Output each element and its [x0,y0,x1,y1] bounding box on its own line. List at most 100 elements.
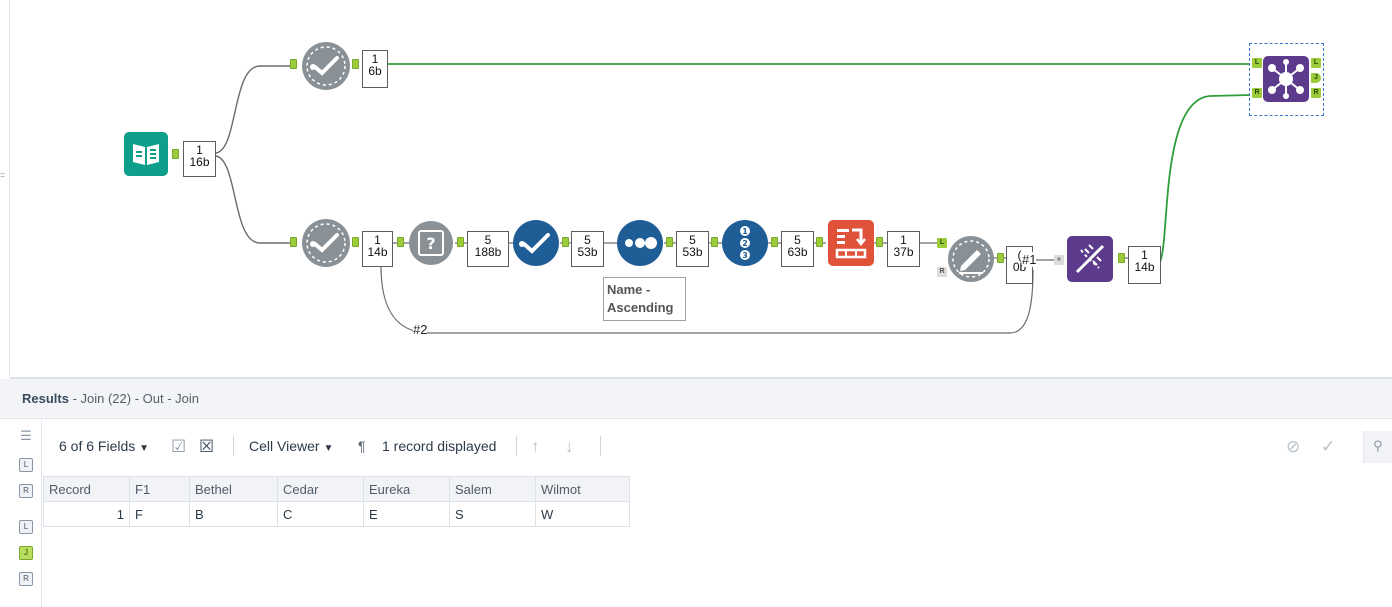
side-left-input-icon[interactable]: L [19,458,33,472]
dynamic-input-anchor[interactable]: » [1054,255,1064,265]
list-icon[interactable]: ☰ [19,429,33,444]
toolbar-separator [516,436,517,456]
input-output-anchor[interactable] [172,149,179,159]
column-header[interactable]: Wilmot [535,476,630,502]
records-displayed: 1 record displayed [382,438,497,454]
question-box-icon[interactable]: ? [408,220,453,265]
transpose-input-anchor[interactable] [816,237,823,247]
transpose-output-anchor[interactable] [876,237,883,247]
transpose-record-count: 1 37b [887,231,920,267]
select-check-gear-icon[interactable] [301,218,350,267]
table-cell[interactable]: W [535,501,630,527]
fields-selector[interactable]: 6 of 6 Fields ▼ [59,438,149,454]
join-left-anchor[interactable]: L [1252,58,1262,68]
pencil-gear-icon[interactable] [947,235,994,282]
toolbar-separator [600,436,601,456]
column-header[interactable]: Eureka [363,476,450,502]
table-cell[interactable]: 1 [43,501,130,527]
select-bottom-output-anchor[interactable] [352,237,359,247]
grid-header-row: Record F1 Bethel Cedar Eureka Salem Wilm… [43,476,630,502]
join-network-icon[interactable] [1263,56,1309,102]
svg-text:1: 1 [742,227,748,236]
dynamic-output-anchor[interactable] [1118,253,1125,263]
append-output-anchor[interactable] [997,253,1004,263]
table-cell[interactable]: B [189,501,278,527]
svg-text:2: 2 [742,239,748,248]
column-header[interactable]: Bethel [189,476,278,502]
select-bottom-input-anchor[interactable] [290,237,297,247]
dynamic-record-count: 1 14b [1128,246,1161,284]
select-bottom-record-count: 1 14b [362,231,393,267]
select-check-gear-icon[interactable] [301,41,350,90]
column-header[interactable]: Salem [449,476,536,502]
side-right-input-icon[interactable]: R [19,484,33,498]
results-toolbar: 6 of 6 Fields ▼ ☑ ☒ Cell Viewer ▼ ¶ 1 re… [43,420,1392,476]
dna-icon[interactable] [1067,236,1113,282]
side-right-output-icon[interactable]: R [19,572,33,586]
chevron-down-icon: ▼ [139,443,150,454]
text-input-book-icon[interactable] [123,131,168,176]
join-join-output-anchor[interactable]: J [1311,73,1321,83]
numbered-list-icon[interactable]: 1 2 3 [722,220,768,266]
results-header: Results - Join (22) - Out - Join [0,379,1392,419]
wire-label-1: #1 [1022,252,1037,267]
table-cell[interactable]: E [363,501,450,527]
record-id-record-count: 5 63b [781,231,814,267]
append-left-anchor[interactable]: L [937,238,947,248]
side-join-output-icon[interactable]: J [19,546,33,560]
cell-viewer-dropdown[interactable]: Cell Viewer ▼ [249,438,333,454]
check-all-icon[interactable]: ☑ [171,437,186,457]
pilcrow-icon[interactable]: ¶ [358,438,366,454]
search-icon: ⚲ [1373,438,1383,453]
record-id-output-anchor[interactable] [771,237,778,247]
apply-check-icon[interactable]: ✓ [1321,437,1335,457]
wire-input-to-select-top [215,65,290,154]
toolbar-separator [233,436,234,456]
column-header[interactable]: Record [43,476,130,502]
sort-record-count: 5 53b [676,231,709,267]
table-cell[interactable]: C [277,501,364,527]
results-panel: Results - Join (22) - Out - Join ☰ L R L… [0,379,1392,607]
side-left-output-icon[interactable]: L [19,520,33,534]
workflow-canvas[interactable]: = 1 16b 1 6b 1 14b ? 5 188b 5 53b 5 53b … [0,0,1392,377]
check-circle-icon[interactable] [513,220,559,266]
table-cell[interactable]: S [449,501,536,527]
record-id-input-anchor[interactable] [711,237,718,247]
arrow-up-icon[interactable]: ↑ [531,437,540,457]
table-cell[interactable]: F [129,501,190,527]
column-header[interactable]: Cedar [277,476,364,502]
wire-input-to-select-bottom [215,155,290,244]
svg-text:?: ? [426,234,435,253]
results-grid: Record F1 Bethel Cedar Eureka Salem Wilm… [43,476,630,527]
search-button[interactable]: ⚲ [1363,431,1392,463]
question-record-count: 5 188b [467,231,509,267]
chevron-down-icon: ▼ [323,443,334,454]
join-left-output-anchor[interactable]: L [1311,58,1321,68]
append-right-anchor[interactable]: R [937,267,947,277]
join-right-output-anchor[interactable]: R [1311,88,1321,98]
svg-text:3: 3 [742,251,748,260]
check-output-anchor[interactable] [562,237,569,247]
select-top-input-anchor[interactable] [290,59,297,69]
check-record-count: 5 53b [571,231,604,267]
select-top-output-anchor[interactable] [352,59,359,69]
column-header[interactable]: F1 [129,476,190,502]
wire-loop-2 [380,265,1034,334]
transpose-icon[interactable] [828,220,874,266]
join-right-anchor[interactable]: R [1252,88,1262,98]
connection-wires [215,63,1251,334]
wire-dynamic-to-join [1159,94,1251,263]
sort-output-anchor[interactable] [666,237,673,247]
wire-label-2: #2 [413,322,428,337]
uncheck-all-icon[interactable]: ☒ [199,437,214,457]
sort-annotation: Name - Ascending [603,277,686,321]
table-row[interactable]: 1 F B C E S W [43,501,630,527]
arrow-down-icon[interactable]: ↓ [565,437,574,457]
results-title: Results - Join (22) - Out - Join [22,391,200,406]
question-output-anchor[interactable] [457,237,464,247]
question-input-anchor[interactable] [397,237,404,247]
select-top-record-count: 1 6b [362,50,388,88]
results-side-strip: ☰ L R L J R [10,420,42,607]
clear-filter-icon[interactable]: ⊘ [1286,437,1300,457]
dots-circle-icon[interactable] [617,220,663,266]
